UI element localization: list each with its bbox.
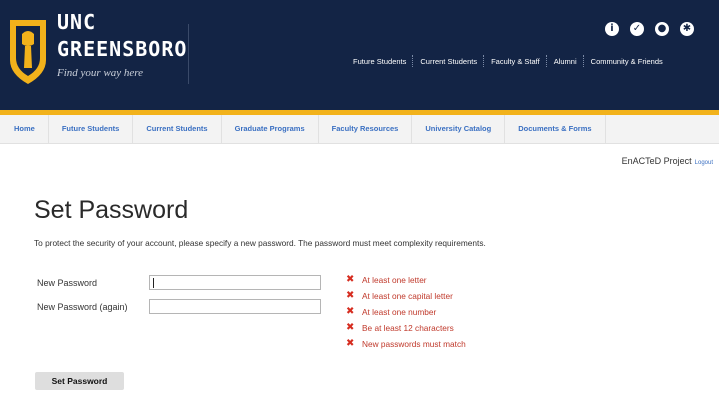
requirement-item: ✖ At least one capital letter bbox=[346, 288, 466, 304]
requirement-item: ✖ At least one letter bbox=[346, 272, 466, 288]
sec-nav-graduate-programs[interactable]: Graduate Programs bbox=[222, 115, 319, 143]
site-header: UNC GREENSBORO Find your way here i ✓ ● … bbox=[0, 0, 719, 110]
top-nav-community-friends[interactable]: Community & Friends bbox=[591, 57, 663, 66]
error-x-icon: ✖ bbox=[346, 306, 355, 317]
requirement-text: Be at least 12 characters bbox=[362, 323, 454, 333]
sec-nav-home[interactable]: Home bbox=[0, 115, 49, 143]
top-nav-future-students[interactable]: Future Students bbox=[353, 57, 406, 66]
new-password-label: New Password bbox=[37, 278, 98, 288]
logo-unc-text[interactable]: UNC bbox=[57, 10, 96, 34]
account-info: EnACTeD Project Logout bbox=[622, 156, 713, 166]
sec-nav-university-catalog[interactable]: University Catalog bbox=[412, 115, 506, 143]
gear-icon[interactable]: ✱ bbox=[680, 22, 694, 36]
requirement-text: At least one capital letter bbox=[362, 291, 453, 301]
logo-divider bbox=[188, 24, 189, 84]
nav-separator bbox=[545, 55, 548, 67]
secondary-nav: Home Future Students Current Students Gr… bbox=[0, 115, 719, 144]
sec-nav-future-students[interactable]: Future Students bbox=[49, 115, 134, 143]
sec-nav-documents-forms[interactable]: Documents & Forms bbox=[505, 115, 606, 143]
error-x-icon: ✖ bbox=[346, 274, 355, 285]
requirement-text: At least one number bbox=[362, 307, 437, 317]
set-password-button[interactable]: Set Password bbox=[35, 372, 124, 390]
requirement-item: ✖ At least one number bbox=[346, 304, 466, 320]
nav-separator bbox=[412, 55, 414, 67]
top-nav-faculty-staff[interactable]: Faculty & Staff bbox=[491, 57, 540, 66]
new-password-input[interactable] bbox=[149, 275, 321, 290]
top-nav-current-students[interactable]: Current Students bbox=[420, 57, 477, 66]
nav-separator bbox=[483, 55, 485, 67]
password-requirements: ✖ At least one letter ✖ At least one cap… bbox=[346, 272, 466, 352]
top-nav: Future Students Current Students Faculty… bbox=[353, 55, 663, 67]
nav-separator bbox=[582, 55, 585, 67]
error-x-icon: ✖ bbox=[346, 338, 355, 349]
checkmark-icon[interactable]: ✓ bbox=[630, 22, 644, 36]
page-description: To protect the security of your account,… bbox=[34, 238, 486, 248]
sec-nav-current-students[interactable]: Current Students bbox=[133, 115, 222, 143]
spartan-shield-logo-icon[interactable] bbox=[8, 14, 48, 86]
page-title: Set Password bbox=[34, 196, 189, 224]
top-nav-alumni[interactable]: Alumni bbox=[554, 57, 577, 66]
info-icon[interactable]: i bbox=[605, 22, 619, 36]
logo-greensboro-text[interactable]: GREENSBORO bbox=[57, 37, 187, 61]
requirement-item: ✖ New passwords must match bbox=[346, 336, 466, 352]
person-icon[interactable]: ● bbox=[655, 22, 669, 36]
error-x-icon: ✖ bbox=[346, 290, 355, 301]
requirement-item: ✖ Be at least 12 characters bbox=[346, 320, 466, 336]
error-x-icon: ✖ bbox=[346, 322, 355, 333]
logo-tagline: Find your way here bbox=[57, 67, 144, 79]
utility-icons: i ✓ ● ✱ bbox=[605, 22, 694, 36]
logout-link[interactable]: Logout bbox=[695, 160, 713, 166]
sec-nav-faculty-resources[interactable]: Faculty Resources bbox=[319, 115, 413, 143]
requirement-text: New passwords must match bbox=[362, 339, 466, 349]
confirm-password-label: New Password (again) bbox=[37, 302, 128, 312]
account-name: EnACTeD Project bbox=[621, 156, 692, 166]
confirm-password-input[interactable] bbox=[149, 299, 321, 314]
requirement-text: At least one letter bbox=[362, 275, 427, 285]
text-caret bbox=[153, 278, 154, 288]
